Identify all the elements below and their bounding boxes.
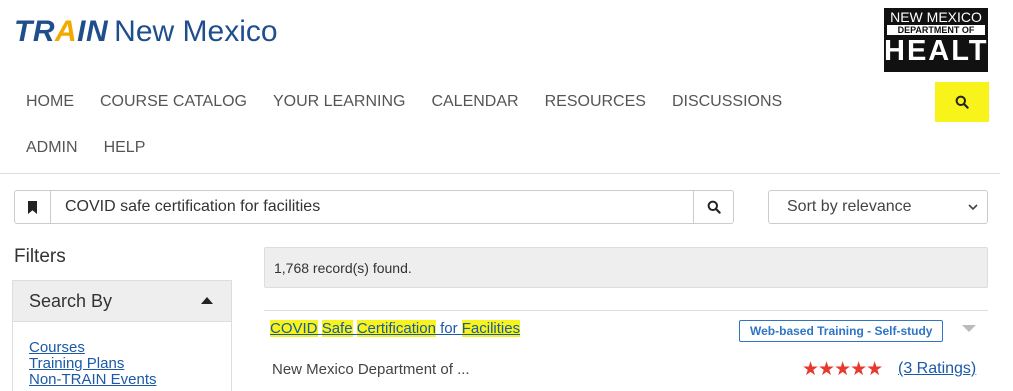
highlighted-term: Certification — [356, 320, 436, 337]
nav-item-admin[interactable]: ADMIN — [26, 139, 78, 157]
nav-item-calendar[interactable]: CALENDAR — [431, 93, 518, 111]
brand-region: New Mexico — [114, 15, 278, 48]
ratings-count-link[interactable]: (3 Ratings) — [898, 360, 976, 378]
search-icon — [707, 200, 721, 214]
nav-item-help[interactable]: HELP — [104, 139, 146, 157]
bookmark-icon — [28, 200, 37, 214]
brand-suffix: IN — [77, 15, 109, 48]
search-icon — [955, 95, 969, 109]
logo-line-2: DEPARTMENT OF — [887, 25, 985, 35]
filters-heading: Filters — [14, 246, 66, 267]
nav-row: ADMIN HELP — [0, 130, 145, 166]
search-submit-button[interactable] — [693, 191, 733, 223]
search-by-toggle[interactable]: Search By — [12, 280, 232, 321]
search-by-label: Search By — [29, 290, 113, 311]
highlighted-term: COVID — [270, 320, 318, 337]
brand-accent: A — [55, 15, 78, 48]
nm-health-logo[interactable]: NEW MEXICO DEPARTMENT OF HEALTH — [884, 8, 1012, 72]
site-header: TRAIN New Mexico NEW MEXICO DEPARTMENT OF… — [0, 0, 1013, 80]
caret-up-icon — [201, 297, 213, 304]
header-divider — [0, 173, 1000, 174]
train-logo[interactable]: TRAIN New Mexico — [14, 12, 278, 52]
nav-item-course-catalog[interactable]: COURSE CATALOG — [100, 93, 247, 111]
result-provider: New Mexico Department of ... — [272, 361, 470, 378]
title-text: for — [435, 320, 462, 337]
nav-item-resources[interactable]: RESOURCES — [545, 93, 646, 111]
logo-line-3: HEALTH — [884, 35, 1012, 67]
highlighted-term: Safe — [321, 320, 353, 337]
sort-select[interactable]: Sort by relevance — [768, 190, 988, 224]
bookmark-button[interactable] — [15, 191, 51, 223]
result-item: COVID Safe Certification for Facilities … — [264, 310, 988, 391]
logo-line-1: NEW MEXICO — [890, 9, 982, 25]
filter-link-training-plans[interactable]: Training Plans — [29, 356, 231, 372]
search-by-list: Courses Training Plans Non-TRAIN Events — [12, 321, 232, 391]
nav-item-home[interactable]: HOME — [26, 93, 74, 111]
brand-prefix: TR — [14, 15, 55, 48]
sort-selected-value: Sort by relevance — [787, 198, 912, 215]
nav-search-button[interactable] — [935, 82, 989, 122]
nav-item-your-learning[interactable]: YOUR LEARNING — [273, 93, 405, 111]
search-input[interactable] — [51, 191, 693, 223]
star-rating: ★★★★★ — [802, 359, 883, 380]
nav-row: HOME COURSE CATALOG YOUR LEARNING CALEND… — [0, 84, 782, 120]
course-type-badge: Web-based Training - Self-study — [739, 320, 944, 342]
filter-link-courses[interactable]: Courses — [29, 340, 231, 356]
records-found-banner: 1,768 record(s) found. — [264, 247, 988, 288]
chevron-down-icon — [968, 204, 978, 211]
search-bar — [14, 190, 734, 224]
expand-caret-icon[interactable] — [962, 325, 976, 332]
result-title-link[interactable]: COVID Safe Certification for Facilities — [270, 320, 521, 337]
nav-item-discussions[interactable]: DISCUSSIONS — [672, 93, 782, 111]
brand-wordmark: TRAIN — [14, 15, 108, 48]
records-count-text: 1,768 record(s) found. — [274, 259, 412, 276]
filter-link-non-train-events[interactable]: Non-TRAIN Events — [29, 372, 231, 388]
highlighted-term: Facilities — [461, 320, 521, 337]
